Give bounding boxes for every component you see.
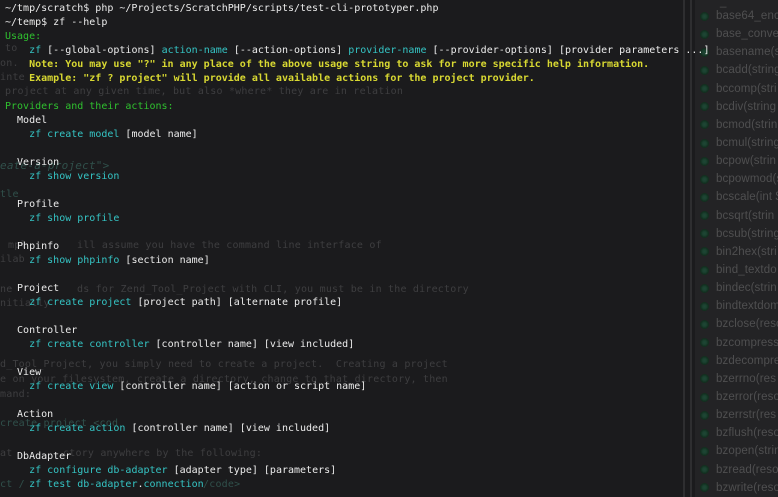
terminal-text: [project path] [alternate profile] [131,297,342,308]
terminal-line: Usage: [5,30,778,44]
terminal-text: [section name] [119,255,209,266]
terminal-line [5,86,778,100]
terminal-line: zf create model [model name] [5,128,778,142]
terminal-text: Controller [5,325,77,336]
terminal-text: Profile [5,199,59,210]
terminal-text [5,423,29,434]
terminal-text: action-name [162,45,228,56]
terminal-line: Note: You may use "?" in any place of th… [5,58,778,72]
terminal-text: [--global-options] [41,45,161,56]
terminal-line: zf show profile [5,212,778,226]
terminal-text: [controller name] [view included] [125,423,330,434]
terminal-text: Model [5,115,47,126]
terminal-text: View [5,367,41,378]
terminal-text: zf show phpinfo [29,255,119,266]
terminal-text: Action [5,409,53,420]
terminal-text: provider-name [348,45,426,56]
terminal-text: [controller name] [action or script name… [113,381,366,392]
terminal-text [5,339,29,350]
terminal-line [5,226,778,240]
terminal-line: zf create project [project path] [altern… [5,296,778,310]
terminal-text: Example: "zf ? project" will provide all… [5,73,535,84]
terminal-text: zf show version [29,171,119,182]
terminal-line: zf configure db-adapter [adapter type] [… [5,464,778,478]
terminal-line [5,142,778,156]
terminal-text: zf create project [29,297,131,308]
terminal-line: zf [--global-options] action-name [--act… [5,44,778,58]
terminal-line [5,184,778,198]
terminal-text: Note: You may use "?" in any place of th… [5,59,649,70]
terminal-text [5,45,29,56]
terminal-text [5,255,29,266]
desktop-screen: toon.inteproject at any given time, but … [0,0,778,497]
terminal-line: Version [5,156,778,170]
terminal-line: zf test db-adapter.connection [5,478,778,492]
terminal-line [5,310,778,324]
terminal-text: [--action-options] [228,45,348,56]
terminal-text: [adapter type] [parameters] [168,465,337,476]
terminal-text: Version [5,157,59,168]
terminal-line: zf create controller [controller name] [… [5,338,778,352]
terminal-line: Providers and their actions: [5,100,778,114]
terminal-text [5,381,29,392]
terminal-line [5,268,778,282]
terminal-text: connection [144,479,204,490]
terminal-text: ~/tmp/scratch$ php ~/Projects/ScratchPHP… [5,3,438,14]
terminal-line: zf create view [controller name] [action… [5,380,778,394]
terminal-line: Profile [5,198,778,212]
terminal-text: DbAdapter [5,451,71,462]
terminal-text [5,465,29,476]
terminal-line: Project [5,282,778,296]
terminal-text: zf show profile [29,213,119,224]
terminal-text: zf [29,45,41,56]
terminal-text: zf create controller [29,339,149,350]
terminal-line: zf show version [5,170,778,184]
terminal-text: [controller name] [view included] [150,339,355,350]
terminal-line: zf create action [controller name] [view… [5,422,778,436]
terminal-line: zf show phpinfo [section name] [5,254,778,268]
terminal-text: zf create model [29,129,119,140]
terminal-text [5,297,29,308]
terminal-line: Phpinfo [5,240,778,254]
terminal-text: ~/temp$ zf --help [5,17,107,28]
terminal-line: Action [5,408,778,422]
terminal-text: Phpinfo [5,241,59,252]
terminal-line: View [5,366,778,380]
terminal-text: zf create view [29,381,113,392]
terminal-text [5,129,29,140]
terminal-line: ~/tmp/scratch$ php ~/Projects/ScratchPHP… [5,2,778,16]
terminal-text: zf configure db-adapter [29,465,167,476]
terminal-window[interactable]: ~/tmp/scratch$ php ~/Projects/ScratchPHP… [5,2,778,492]
terminal-line: Controller [5,324,778,338]
terminal-line: DbAdapter [5,450,778,464]
terminal-line: Model [5,114,778,128]
terminal-text: Usage: [5,31,41,42]
terminal-text [5,213,29,224]
terminal-line: ~/temp$ zf --help [5,16,778,30]
terminal-text: [model name] [119,129,197,140]
terminal-text: [--provider-options] [provider parameter… [427,45,710,56]
terminal-line [5,352,778,366]
terminal-text: zf create action [29,423,125,434]
terminal-text: Providers and their actions: [5,101,174,112]
terminal-line: Example: "zf ? project" will provide all… [5,72,778,86]
terminal-text: Project [5,283,59,294]
terminal-text [5,171,29,182]
terminal-text [5,479,29,490]
terminal-text: zf test db-adapter [29,479,137,490]
terminal-line [5,394,778,408]
terminal-line [5,436,778,450]
